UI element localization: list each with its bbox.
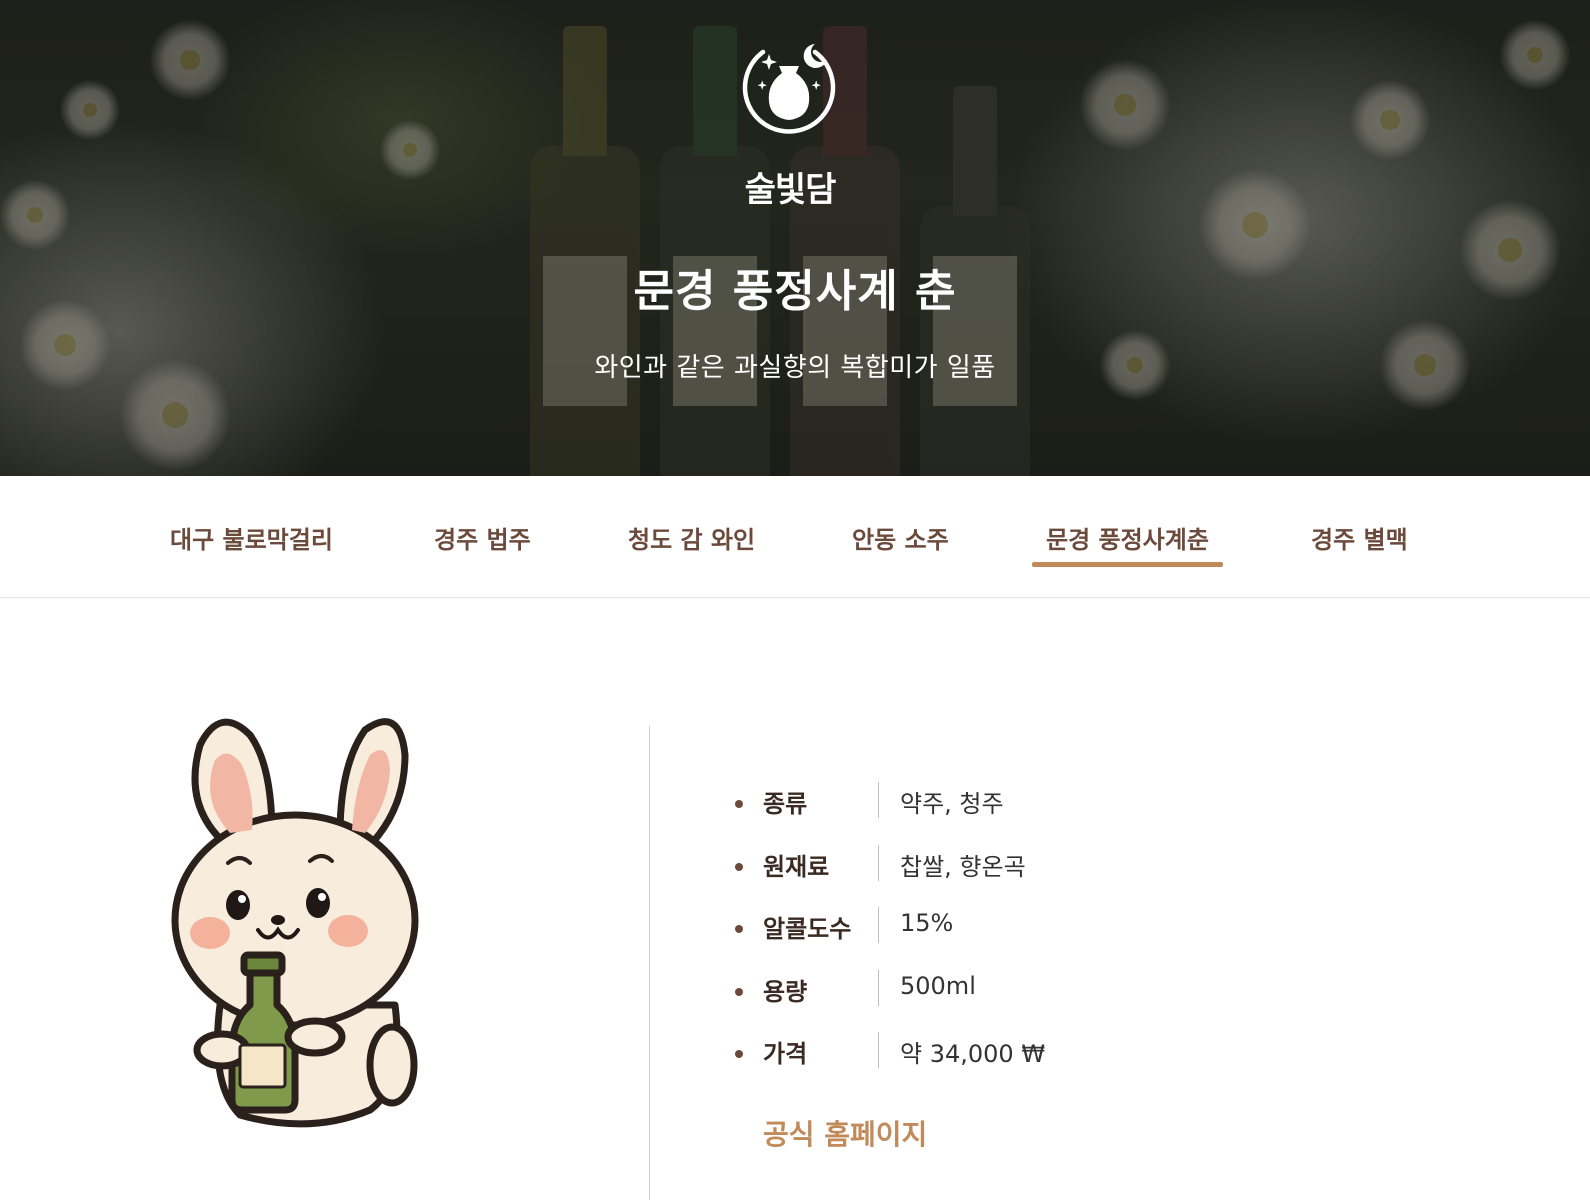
moon-sake-bottle-logo-icon xyxy=(742,44,836,134)
spec-value: 500ml xyxy=(900,971,976,1000)
spec-label: 알콜도수 xyxy=(763,915,852,943)
official-homepage-link[interactable]: 공식 홈페이지 xyxy=(763,1113,927,1153)
spec-value: 약주, 청주 xyxy=(900,790,1004,818)
spec-value: 찹쌀, 향온곡 xyxy=(900,852,1026,881)
brand-name: 술빛담 xyxy=(744,170,837,210)
spec-row-type: 종류 약주, 청주 xyxy=(730,780,1330,843)
tab-andong-soju[interactable]: 안동 소주 xyxy=(852,520,949,555)
product-tab-nav: 대구 불로막걸리 경주 법주 청도 감 와인 안동 소주 문경 풍정사계춘 경주… xyxy=(0,476,1590,598)
page-title: 문경 풍정사계 춘 xyxy=(633,266,957,317)
bullet-icon xyxy=(735,925,743,933)
bullet-icon xyxy=(735,987,743,996)
spec-row-alcohol: 알콜도수 15% xyxy=(730,905,1330,968)
spec-separator xyxy=(878,1032,879,1068)
page-subtitle: 와인과 같은 과실향의 복합미가 일품 xyxy=(594,353,996,383)
spec-row-volume: 용량 500ml xyxy=(730,968,1330,1031)
spec-label: 원재료 xyxy=(763,852,830,881)
tab-cheongdo-gam-wine[interactable]: 청도 감 와인 xyxy=(628,520,755,555)
tab-gyeongju-byeolmaek[interactable]: 경주 별맥 xyxy=(1311,520,1408,555)
spec-separator xyxy=(878,782,879,818)
bullet-icon xyxy=(735,1050,743,1058)
spec-value: 약 34,000 ₩ xyxy=(900,1040,1046,1068)
tab-gyeongju-beopju[interactable]: 경주 법주 xyxy=(434,520,531,555)
vertical-divider xyxy=(649,726,650,1200)
spec-label: 종류 xyxy=(763,790,808,818)
spec-value: 15% xyxy=(900,909,954,937)
spec-label: 가격 xyxy=(763,1040,808,1068)
spec-separator xyxy=(878,844,879,881)
spec-row-price: 가격 약 34,000 ₩ xyxy=(730,1030,1330,1093)
tab-daegu-bullo-makgeolli[interactable]: 대구 불로막걸리 xyxy=(170,520,333,555)
bullet-icon xyxy=(735,800,743,808)
spec-row-ingredients: 원재료 찹쌀, 향온곡 xyxy=(730,843,1330,906)
product-spec-list: 종류 약주, 청주 원재료 찹쌀, 향온곡 알콜도수 15% 용량 500ml … xyxy=(730,780,1330,1093)
brand-logo[interactable]: 술빛담 xyxy=(735,32,845,210)
spec-separator xyxy=(878,969,879,1006)
hero-banner: 술빛담 문경 풍정사계 춘 와인과 같은 과실향의 복합미가 일품 xyxy=(0,0,1590,476)
bullet-icon xyxy=(735,862,743,871)
spec-label: 용량 xyxy=(763,977,808,1006)
tab-mungyeong-pungjeong-sagye-chun[interactable]: 문경 풍정사계춘 xyxy=(1032,520,1223,567)
rabbit-holding-bottle-illustration xyxy=(171,718,419,1128)
spec-separator xyxy=(878,907,879,943)
